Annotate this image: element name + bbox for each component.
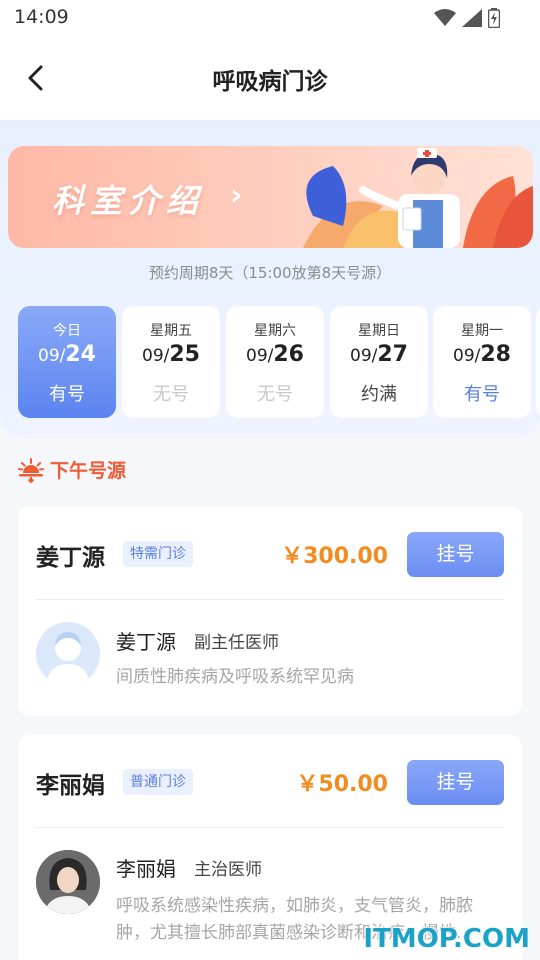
nurse-illustration-icon — [303, 148, 533, 248]
battery-icon — [488, 8, 500, 28]
date-tab-saturday[interactable]: 星期六 09/26 无号 — [226, 306, 324, 418]
status-icons — [434, 8, 500, 28]
date-day: 27 — [377, 342, 408, 367]
signal-icon — [462, 9, 482, 27]
date-status: 无号 — [257, 384, 293, 405]
date-month: 09/ — [38, 346, 66, 366]
divider — [36, 827, 504, 828]
date-selector: 今日 09/24 有号 星期五 09/25 无号 星期六 09/26 无号 星期… — [18, 306, 540, 418]
date-month: 09/ — [142, 346, 170, 366]
date-weekday: 星期日 — [358, 323, 400, 339]
date-weekday: 星期一 — [461, 323, 503, 339]
date-tab-friday[interactable]: 星期五 09/25 无号 — [122, 306, 220, 418]
chevron-right-icon: › — [230, 178, 243, 213]
date-status: 有号 — [49, 384, 85, 405]
doctor-person-name: 李丽娟 — [116, 857, 176, 881]
status-time: 14:09 — [14, 6, 69, 28]
doctor-person-name: 姜丁源 — [116, 630, 176, 654]
date-status: 约满 — [361, 384, 397, 405]
doctor-specialty: 间质性肺疾病及呼吸系统罕见病 — [116, 667, 354, 687]
date-weekday: 今日 — [53, 323, 81, 339]
clinic-type-badge: 特需门诊 — [123, 541, 193, 567]
doctor-title: 主治医师 — [194, 860, 262, 880]
date-status: 无号 — [153, 384, 189, 405]
date-weekday: 星期六 — [254, 323, 296, 339]
booking-period-note: 预约周期8天（15:00放第8天号源） — [148, 264, 392, 282]
doctor-name: 李丽娟 — [36, 773, 105, 799]
date-status: 有号 — [464, 384, 500, 405]
date-tab-monday[interactable]: 星期一 09/28 有号 — [433, 306, 531, 418]
date-month: 09/ — [453, 346, 481, 366]
date-month: 09/ — [350, 346, 378, 366]
date-value: 09/28 — [433, 342, 531, 367]
avatar — [36, 850, 100, 914]
date-tab-next[interactable] — [536, 306, 540, 418]
doctor-title: 副主任医师 — [194, 633, 279, 653]
date-day: 24 — [65, 342, 96, 367]
department-intro-banner[interactable]: 科室介绍 › — [8, 146, 533, 248]
clinic-type-badge: 普通门诊 — [123, 769, 193, 795]
register-button[interactable]: 挂号 — [407, 532, 504, 577]
date-month: 09/ — [246, 346, 274, 366]
date-tab-sunday[interactable]: 星期日 09/27 约满 — [330, 306, 428, 418]
register-button[interactable]: 挂号 — [407, 760, 504, 805]
date-value: 09/24 — [18, 342, 116, 367]
price: ￥50.00 — [296, 772, 388, 797]
doctor-card: 姜丁源 特需门诊 ￥300.00 挂号 姜丁源 副主任医师 间质性肺疾病及呼吸系… — [18, 506, 522, 716]
date-value: 09/25 — [122, 342, 220, 367]
date-day: 25 — [169, 342, 200, 367]
status-bar: 14:09 — [0, 0, 540, 36]
doctor-photo-icon — [36, 850, 100, 914]
date-day: 26 — [273, 342, 304, 367]
page-title: 呼吸病门诊 — [212, 69, 328, 95]
date-value: 09/26 — [226, 342, 324, 367]
section-label: 下午号源 — [50, 460, 127, 482]
date-tab-today[interactable]: 今日 09/24 有号 — [18, 306, 116, 418]
avatar — [36, 622, 100, 686]
date-weekday: 星期五 — [150, 323, 192, 339]
default-avatar-icon — [46, 632, 90, 686]
afternoon-section-header: 下午号源 — [18, 456, 126, 483]
date-day: 28 — [480, 342, 511, 367]
nav-bar: 呼吸病门诊 — [0, 36, 540, 120]
wifi-icon — [434, 9, 456, 26]
sunset-icon — [18, 457, 44, 483]
doctor-name: 姜丁源 — [36, 545, 105, 571]
date-value: 09/27 — [330, 342, 428, 367]
divider — [36, 599, 504, 600]
price: ￥300.00 — [281, 544, 388, 569]
watermark-logo: ITMOP.COM — [363, 924, 530, 954]
banner-title: 科室介绍 — [52, 182, 205, 220]
